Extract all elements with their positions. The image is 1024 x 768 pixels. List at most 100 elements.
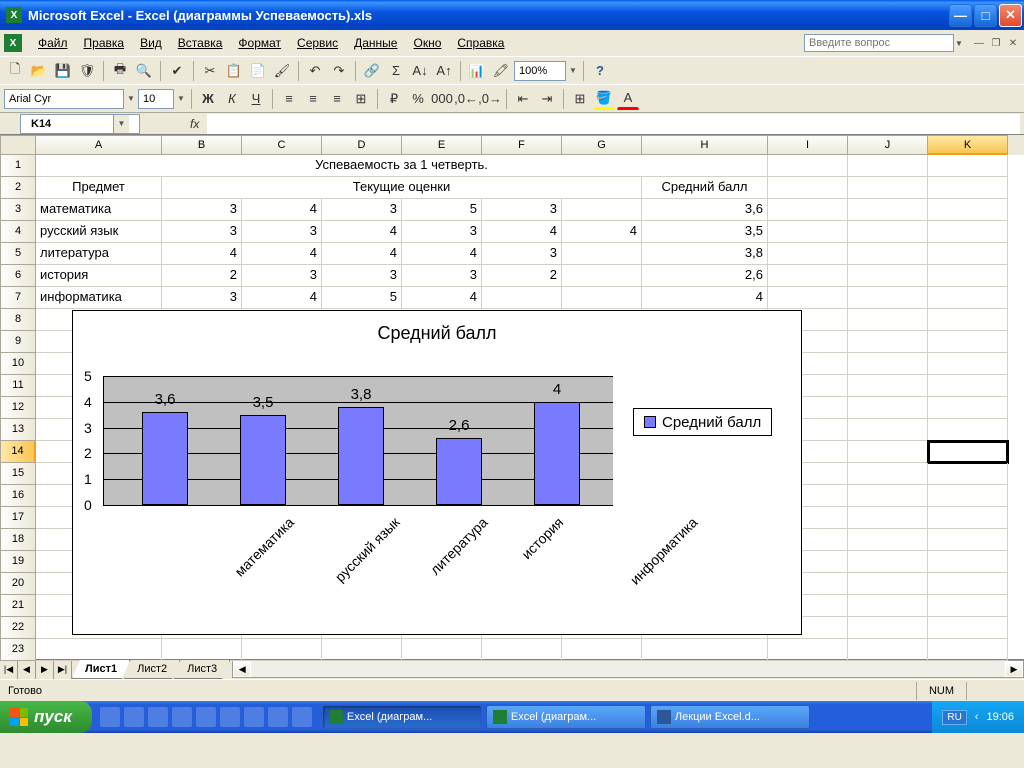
cell-K16[interactable] <box>928 485 1008 507</box>
col-header-E[interactable]: E <box>402 135 482 155</box>
doc-restore-button[interactable]: ❐ <box>989 36 1003 50</box>
cell-B2[interactable]: Текущие оценки <box>162 177 642 199</box>
cell-D5[interactable]: 4 <box>322 243 402 265</box>
font-color-icon[interactable]: A <box>617 88 639 110</box>
cell-D3[interactable]: 3 <box>322 199 402 221</box>
embedded-chart[interactable]: Средний балл 0123453,63,53,82,64 математ… <box>72 310 802 635</box>
cell-K12[interactable] <box>928 397 1008 419</box>
borders-icon[interactable]: ⊞ <box>569 88 591 110</box>
ask-question-box[interactable] <box>804 34 954 52</box>
merge-center-icon[interactable]: ⊞ <box>350 88 372 110</box>
menu-data[interactable]: Данные <box>346 33 405 53</box>
cell-J16[interactable] <box>848 485 928 507</box>
menu-file[interactable]: Файл <box>30 33 76 53</box>
drawing-icon[interactable]: 🖍 <box>490 60 512 82</box>
ql-icon-8[interactable] <box>268 707 288 727</box>
autosum-icon[interactable]: Σ <box>385 60 407 82</box>
cell-H7[interactable]: 4 <box>642 287 768 309</box>
cell-K6[interactable] <box>928 265 1008 287</box>
cell-K22[interactable] <box>928 617 1008 639</box>
cell-B7[interactable]: 3 <box>162 287 242 309</box>
cell-A23[interactable] <box>36 639 162 661</box>
cell-D7[interactable]: 5 <box>322 287 402 309</box>
cell-J20[interactable] <box>848 573 928 595</box>
close-button[interactable]: ✕ <box>999 4 1022 27</box>
cell-A4[interactable]: русский язык <box>36 221 162 243</box>
cell-A3[interactable]: математика <box>36 199 162 221</box>
cell-F6[interactable]: 2 <box>482 265 562 287</box>
cell-H6[interactable]: 2,6 <box>642 265 768 287</box>
taskbar-app-1[interactable]: Excel (диаграм... <box>322 705 482 729</box>
font-size-dropdown-icon[interactable]: ▼ <box>176 94 186 103</box>
increase-indent-icon[interactable]: ⇥ <box>536 88 558 110</box>
row-header-15[interactable]: 15 <box>0 463 36 485</box>
align-right-icon[interactable]: ≡ <box>326 88 348 110</box>
row-header-2[interactable]: 2 <box>0 177 36 199</box>
fill-color-icon[interactable]: 🪣 <box>593 88 615 110</box>
zoom-dropdown-icon[interactable]: ▼ <box>568 66 578 75</box>
start-button[interactable]: пуск <box>0 701 92 733</box>
permission-icon[interactable]: 🛡 <box>76 60 98 82</box>
cell-K10[interactable] <box>928 353 1008 375</box>
cell-I2[interactable] <box>768 177 848 199</box>
cell-F5[interactable]: 3 <box>482 243 562 265</box>
currency-icon[interactable]: ₽ <box>383 88 405 110</box>
cell-J6[interactable] <box>848 265 928 287</box>
sort-asc-icon[interactable]: A↓ <box>409 60 431 82</box>
cell-K19[interactable] <box>928 551 1008 573</box>
save-icon[interactable]: 💾 <box>52 60 74 82</box>
minimize-button[interactable]: — <box>949 4 972 27</box>
copy-icon[interactable]: 📋 <box>223 60 245 82</box>
cell-K7[interactable] <box>928 287 1008 309</box>
name-box-dropdown-icon[interactable]: ▼ <box>113 115 129 133</box>
name-box[interactable]: K14 ▼ <box>20 114 140 134</box>
cell-K17[interactable] <box>928 507 1008 529</box>
taskbar-app-2[interactable]: Excel (диаграм... <box>486 705 646 729</box>
open-icon[interactable]: 📂 <box>28 60 50 82</box>
cell-J2[interactable] <box>848 177 928 199</box>
row-header-3[interactable]: 3 <box>0 199 36 221</box>
cell-H2[interactable]: Средний балл <box>642 177 768 199</box>
cell-A2[interactable]: Предмет <box>36 177 162 199</box>
cell-H3[interactable]: 3,6 <box>642 199 768 221</box>
cell-K9[interactable] <box>928 331 1008 353</box>
col-header-I[interactable]: I <box>768 135 848 155</box>
cell-A7[interactable]: информатика <box>36 287 162 309</box>
print-preview-icon[interactable]: 🔍 <box>133 60 155 82</box>
cell-K8[interactable] <box>928 309 1008 331</box>
col-header-D[interactable]: D <box>322 135 402 155</box>
sheet-tab-3[interactable]: Лист3 <box>174 660 230 679</box>
cell-E5[interactable]: 4 <box>402 243 482 265</box>
doc-close-button[interactable]: ✕ <box>1006 36 1020 50</box>
cell-B5[interactable]: 4 <box>162 243 242 265</box>
maximize-button[interactable]: □ <box>974 4 997 27</box>
cell-H4[interactable]: 3,5 <box>642 221 768 243</box>
horizontal-scrollbar[interactable]: ◀ ▶ <box>232 660 1024 678</box>
increase-decimal-icon[interactable]: ,0← <box>455 88 477 110</box>
cell-J12[interactable] <box>848 397 928 419</box>
cell-K5[interactable] <box>928 243 1008 265</box>
row-header-13[interactable]: 13 <box>0 419 36 441</box>
decrease-decimal-icon[interactable]: ,0→ <box>479 88 501 110</box>
cell-I5[interactable] <box>768 243 848 265</box>
menu-window[interactable]: Окно <box>405 33 449 53</box>
cell-F7[interactable] <box>482 287 562 309</box>
ql-icon-3[interactable] <box>148 707 168 727</box>
cell-G6[interactable] <box>562 265 642 287</box>
row-header-22[interactable]: 22 <box>0 617 36 639</box>
font-name-box[interactable]: Arial Cyr <box>4 89 124 109</box>
cell-I3[interactable] <box>768 199 848 221</box>
row-header-1[interactable]: 1 <box>0 155 36 177</box>
cell-J22[interactable] <box>848 617 928 639</box>
format-painter-icon[interactable]: 🖌 <box>271 60 293 82</box>
cell-J23[interactable] <box>848 639 928 661</box>
decrease-indent-icon[interactable]: ⇤ <box>512 88 534 110</box>
fx-icon[interactable]: fx <box>190 117 199 131</box>
print-icon[interactable]: 🖶 <box>109 60 131 82</box>
cell-J15[interactable] <box>848 463 928 485</box>
cell-I4[interactable] <box>768 221 848 243</box>
cell-C4[interactable]: 3 <box>242 221 322 243</box>
cell-A1[interactable]: Успеваемость за 1 четверть. <box>36 155 768 177</box>
row-header-6[interactable]: 6 <box>0 265 36 287</box>
percent-icon[interactable]: % <box>407 88 429 110</box>
